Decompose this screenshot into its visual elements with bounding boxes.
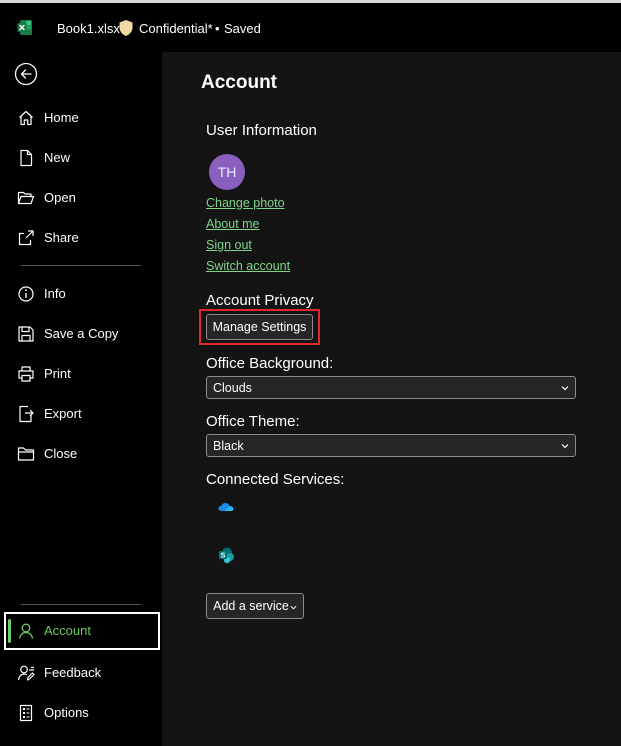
sidebar-item-label: Close: [44, 446, 78, 461]
sidebar-item-label: Print: [44, 366, 71, 381]
title-separator: •: [215, 21, 220, 36]
sidebar-item-label: Account: [44, 623, 91, 638]
person-icon: [18, 623, 34, 639]
office-theme-select[interactable]: Black: [206, 434, 576, 457]
office-theme-heading: Office Theme:: [206, 413, 300, 430]
account-panel: Account User Information TH Change photo…: [162, 52, 621, 746]
office-background-select[interactable]: Clouds: [206, 376, 576, 399]
office-theme-value: Black: [213, 439, 244, 453]
title-bar: Book1.xlsx Confidential* • Saved: [0, 3, 621, 52]
add-a-service-button[interactable]: Add a service: [206, 593, 304, 619]
shield-icon: [119, 20, 133, 36]
page-title: Account: [201, 72, 277, 93]
sidebar-item-feedback[interactable]: Feedback: [4, 654, 160, 692]
sidebar-item-save-a-copy[interactable]: Save a Copy: [4, 315, 160, 353]
switch-account-link[interactable]: Switch account: [206, 259, 290, 273]
change-photo-link[interactable]: Change photo: [206, 196, 285, 210]
sidebar-item-label: Share: [44, 230, 79, 245]
avatar-initials: TH: [217, 164, 237, 180]
sidebar-item-close[interactable]: Close: [4, 435, 160, 473]
sidebar-item-label: Home: [44, 110, 79, 125]
chevron-down-icon: [561, 386, 569, 391]
sharepoint-icon[interactable]: S: [217, 546, 235, 564]
sensitivity-label[interactable]: Confidential*: [139, 21, 213, 36]
sidebar-item-label: Info: [44, 286, 66, 301]
options-icon: [19, 704, 33, 722]
sidebar-item-options[interactable]: Options: [4, 694, 160, 732]
sidebar-item-label: New: [44, 150, 71, 165]
folder-open-icon: [17, 191, 35, 205]
sidebar-item-label: Save a Copy: [44, 326, 119, 341]
file-name[interactable]: Book1.xlsx: [57, 21, 120, 36]
sidebar-item-label: Options: [44, 705, 89, 720]
user-information-heading: User Information: [206, 122, 317, 139]
chevron-down-icon: [561, 444, 569, 449]
sidebar-item-info[interactable]: Info: [4, 275, 160, 313]
sidebar-item-open[interactable]: Open: [4, 179, 160, 217]
office-background-value: Clouds: [213, 381, 252, 395]
about-me-link[interactable]: About me: [206, 217, 260, 231]
sign-out-link[interactable]: Sign out: [206, 238, 252, 252]
sidebar-item-label: Export: [44, 406, 82, 421]
sidebar-item-share[interactable]: Share: [4, 219, 160, 257]
onedrive-icon[interactable]: [217, 498, 235, 516]
sidebar-divider: [21, 265, 141, 266]
chevron-down-icon: [290, 605, 297, 610]
excel-icon: [17, 20, 32, 35]
info-icon: [18, 286, 34, 302]
sidebar-item-print[interactable]: Print: [4, 355, 160, 393]
back-arrow-icon[interactable]: [14, 62, 38, 86]
save-status[interactable]: Saved: [224, 21, 261, 36]
sidebar-item-label: Feedback: [44, 665, 102, 680]
share-icon: [18, 230, 34, 246]
connected-services-heading: Connected Services:: [206, 471, 345, 488]
avatar: TH: [209, 154, 245, 190]
sidebar-item-new[interactable]: New: [4, 139, 160, 177]
feedback-icon: [17, 665, 35, 681]
save-icon: [18, 326, 34, 342]
manage-settings-button[interactable]: Manage Settings: [206, 314, 313, 340]
sidebar-item-account[interactable]: Account: [4, 612, 160, 650]
sidebar-item-export[interactable]: Export: [4, 395, 160, 433]
svg-text:S: S: [221, 553, 226, 560]
add-a-service-label: Add a service: [213, 599, 289, 613]
active-indicator: [8, 619, 11, 643]
document-icon: [20, 149, 33, 167]
sidebar-item-home[interactable]: Home: [4, 99, 160, 137]
export-icon: [19, 405, 34, 423]
account-privacy-heading: Account Privacy: [206, 292, 314, 309]
office-background-heading: Office Background:: [206, 355, 334, 372]
home-icon: [19, 110, 33, 126]
backstage-sidebar: Home New Open Share Info Save a Copy Pri…: [0, 52, 162, 746]
folder-close-icon: [17, 447, 35, 461]
sidebar-item-label: Open: [44, 190, 76, 205]
sidebar-divider: [21, 604, 141, 605]
printer-icon: [18, 366, 34, 382]
